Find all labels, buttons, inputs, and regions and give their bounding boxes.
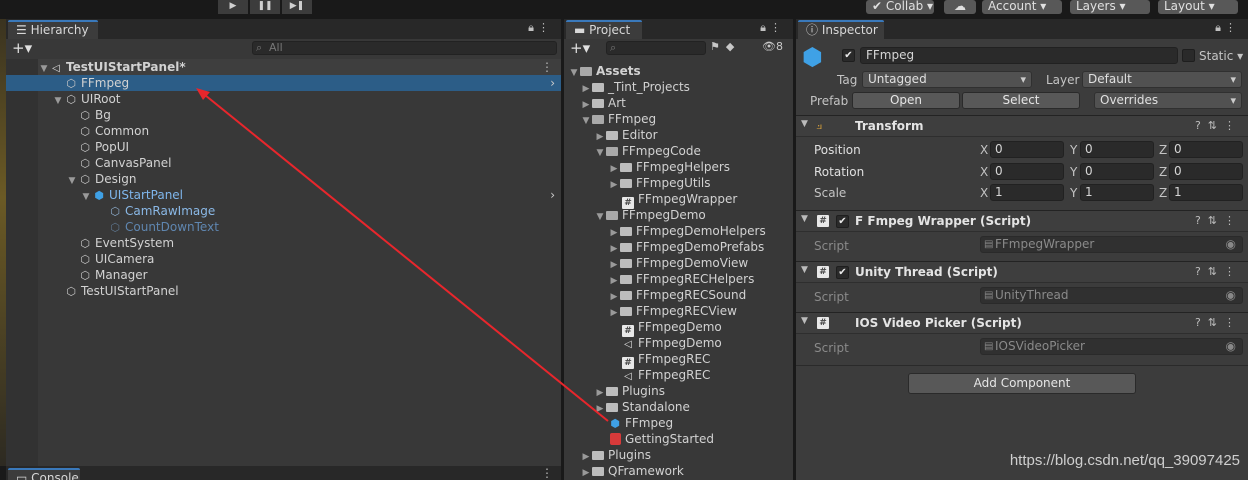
drag-annotation-arrow (196, 88, 609, 422)
arrow-line (199, 90, 609, 422)
watermark-text: https://blog.csdn.net/qq_39097425 (1009, 452, 1240, 469)
